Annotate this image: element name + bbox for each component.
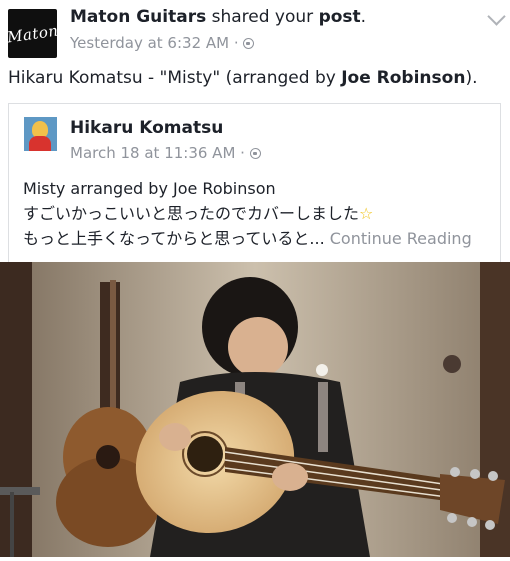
video-thumbnail[interactable] xyxy=(0,262,510,557)
shared-text-line-1: Misty arranged by Joe Robinson xyxy=(23,179,276,198)
shared-text-line-2: すごいかっこいいと思ったのでカバーしました☆ xyxy=(23,201,472,226)
post-title: Maton Guitars shared your post. xyxy=(70,7,366,27)
shared-post-timestamp[interactable]: March 18 at 11:36 AM xyxy=(70,144,235,162)
shared-meta-separator: · xyxy=(235,144,250,162)
shared-post-card[interactable]: Hikaru Komatsu March 18 at 11:36 AM · Mi… xyxy=(8,103,501,263)
door-frame-left xyxy=(0,262,32,557)
caption-mention[interactable]: Joe Robinson xyxy=(341,68,465,88)
star-emoji-icon: ☆ xyxy=(359,204,374,223)
caption-suffix: ). xyxy=(465,68,478,88)
globe-icon[interactable] xyxy=(249,148,261,159)
face xyxy=(228,317,288,377)
shared-post-meta: March 18 at 11:36 AM · xyxy=(70,144,261,162)
shared-post-text: Misty arranged by Joe Robinson すごいかっこいいと… xyxy=(23,176,472,251)
avatar-shirt-shape xyxy=(29,136,51,151)
button-pin xyxy=(316,364,328,376)
shared-text-line-3: もっと上手くなってからと思っていると... Continue Reading xyxy=(23,226,472,251)
caption-prefix: Hikaru Komatsu - "Misty" (arranged by xyxy=(8,68,342,88)
post-timestamp[interactable]: Yesterday at 6:32 AM xyxy=(70,34,229,52)
page-name-link[interactable]: Maton Guitars xyxy=(70,7,206,27)
wall-switch xyxy=(443,355,461,373)
page-avatar[interactable]: Maton xyxy=(8,9,57,58)
post-header: Maton Maton Guitars shared your post. Ye… xyxy=(0,0,510,64)
continue-reading-link[interactable]: Continue Reading xyxy=(330,229,472,248)
meta-separator: · xyxy=(229,34,244,52)
shared-text-line-2-text: すごいかっこいいと思ったのでカバーしました xyxy=(23,204,360,223)
shared-text-line-3-text: もっと上手くなってからと思っていると... xyxy=(23,229,330,248)
maton-logo: Maton xyxy=(8,21,57,46)
globe-icon[interactable] xyxy=(243,38,255,49)
guitarist-photo xyxy=(0,262,510,557)
post-meta: Yesterday at 6:32 AM · xyxy=(70,34,255,52)
chevron-down-icon[interactable] xyxy=(487,7,506,26)
shared-author-avatar[interactable] xyxy=(24,117,57,151)
post-caption: Hikaru Komatsu - "Misty" (arranged by Jo… xyxy=(8,68,477,88)
post-link[interactable]: post xyxy=(319,7,361,27)
shared-author-name[interactable]: Hikaru Komatsu xyxy=(70,118,223,138)
title-period: . xyxy=(360,7,367,27)
suspender-right xyxy=(318,382,328,452)
action-text: shared your xyxy=(206,7,319,27)
